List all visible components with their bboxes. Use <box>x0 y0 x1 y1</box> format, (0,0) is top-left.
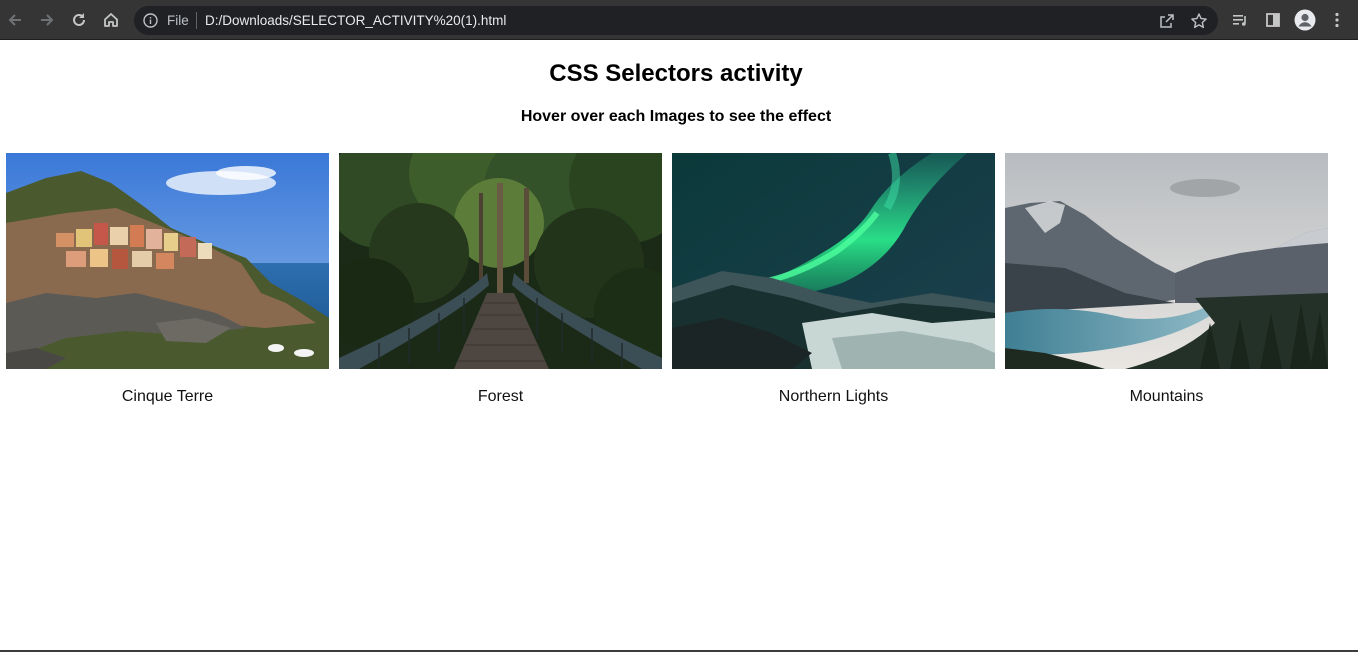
northern-lights-caption: Northern Lights <box>778 388 889 405</box>
page-subtitle: Hover over each Images to see the effect <box>520 108 832 125</box>
share-icon[interactable] <box>1158 12 1176 30</box>
mountains-image[interactable] <box>1005 153 1328 369</box>
address-divider <box>196 12 197 29</box>
gallery-card-cinque-terre[interactable]: Cinque Terre <box>6 153 329 406</box>
back-icon[interactable] <box>3 8 27 32</box>
cinque-terre-image[interactable] <box>6 153 329 369</box>
star-icon[interactable] <box>1190 12 1208 30</box>
browser-toolbar: File D:/Downloads/SELECTOR_ACTIVITY%20(1… <box>0 0 1358 40</box>
gallery-card-forest[interactable]: Forest <box>339 153 662 406</box>
menu-icon[interactable] <box>1325 8 1349 32</box>
cinque-terre-caption: Cinque Terre <box>121 388 214 405</box>
page-title: CSS Selectors activity <box>549 60 803 87</box>
side-panel-icon[interactable] <box>1261 8 1285 32</box>
forest-caption: Forest <box>477 388 524 405</box>
forest-image[interactable] <box>339 153 662 369</box>
address-bar[interactable]: File D:/Downloads/SELECTOR_ACTIVITY%20(1… <box>134 6 1218 35</box>
gallery-card-mountains[interactable]: Mountains <box>1005 153 1328 406</box>
profile-icon[interactable] <box>1293 8 1317 32</box>
url-text[interactable]: D:/Downloads/SELECTOR_ACTIVITY%20(1).htm… <box>205 13 506 28</box>
image-gallery: Cinque Terre Forest Northern Lights Moun… <box>6 153 1336 423</box>
scheme-label: File <box>167 13 189 28</box>
forward-icon[interactable] <box>35 8 59 32</box>
home-icon[interactable] <box>99 8 123 32</box>
mountains-caption: Mountains <box>1129 388 1204 405</box>
site-info-icon[interactable] <box>142 12 159 29</box>
media-queue-icon[interactable] <box>1228 8 1252 32</box>
reload-icon[interactable] <box>67 8 91 32</box>
northern-lights-image[interactable] <box>672 153 995 369</box>
gallery-card-northern-lights[interactable]: Northern Lights <box>672 153 995 406</box>
